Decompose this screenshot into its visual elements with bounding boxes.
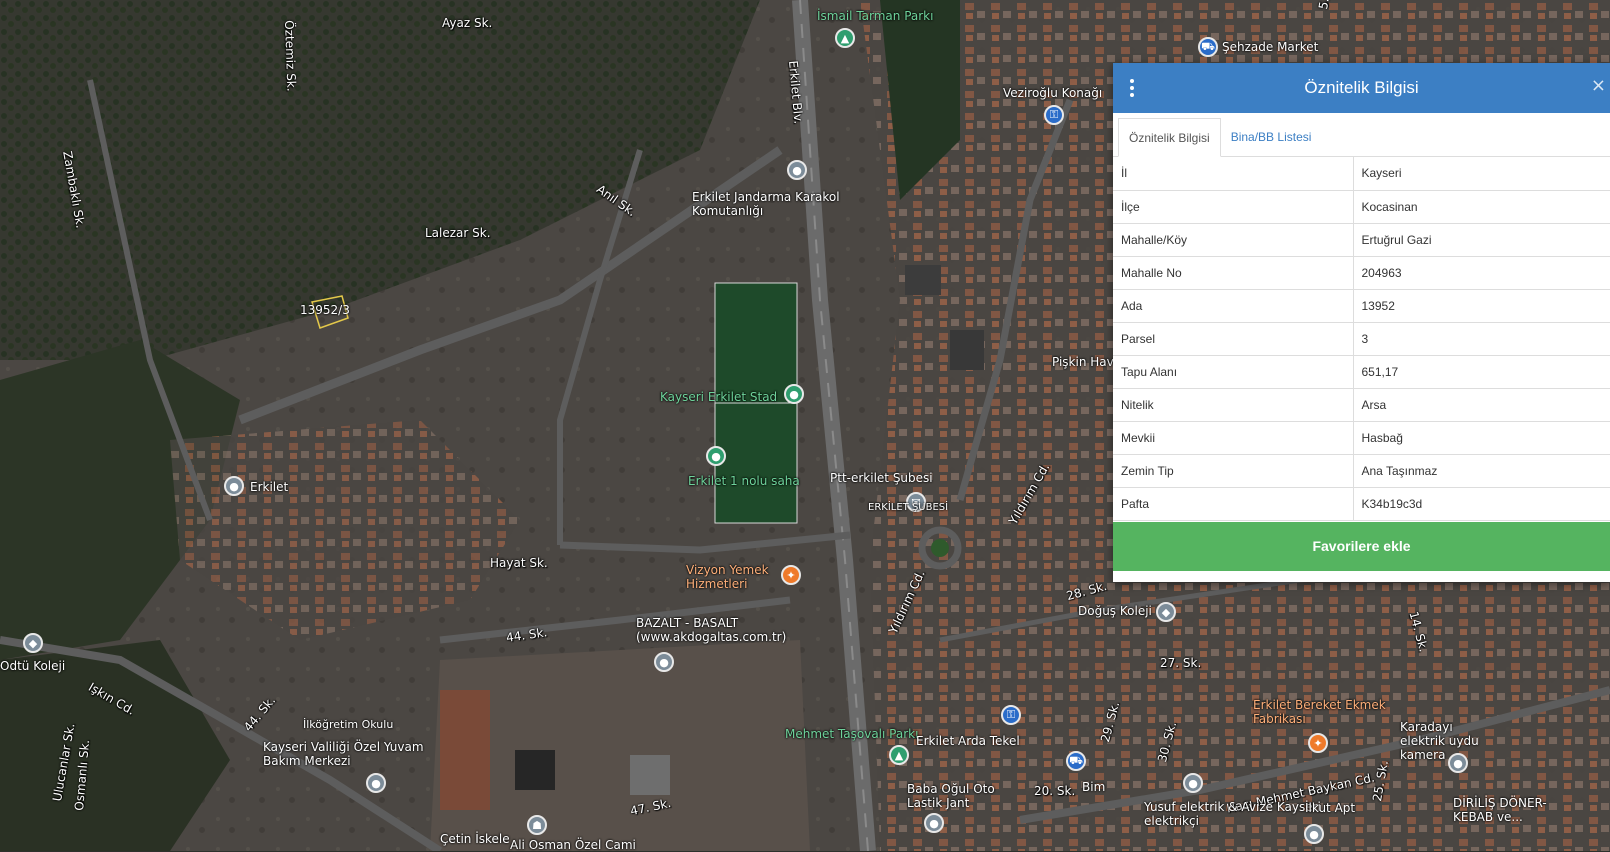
- attr-value: 3: [1353, 322, 1610, 356]
- park-icon[interactable]: ▲: [835, 28, 855, 48]
- attribute-panel: Öznitelik Bilgisi × Öznitelik Bilgisi Bi…: [1113, 63, 1610, 582]
- restaurant-icon[interactable]: ✦: [781, 565, 801, 585]
- poi-label: İsmail Tarman Parkı: [817, 9, 934, 23]
- poi-label: Karadayı elektrik uydu kamera: [1400, 720, 1479, 762]
- poi-label: Erkilet Arda Tekel: [916, 734, 1020, 748]
- poi-label: Ali Osman Özel Cami: [510, 838, 636, 852]
- parcel-label[interactable]: 13952/3: [300, 303, 350, 317]
- attr-value: Ana Taşınmaz: [1353, 454, 1610, 488]
- attr-key: Mahalle No: [1113, 256, 1354, 290]
- attr-key: Mevkii: [1113, 421, 1354, 455]
- place-pin-icon[interactable]: ●: [1183, 773, 1203, 793]
- panel-tabs: Öznitelik Bilgisi Bina/BB Listesi: [1113, 113, 1610, 157]
- poi-label: Yusuf elektrik & Avize Kayseri elektrikç…: [1144, 800, 1321, 828]
- attr-value: Hasbağ: [1353, 421, 1610, 455]
- tab-building-list[interactable]: Bina/BB Listesi: [1221, 118, 1322, 156]
- attr-value: 204963: [1353, 256, 1610, 290]
- poi-label: İlkut Apt: [1305, 801, 1356, 815]
- poi-label: Çetin İskele: [440, 832, 510, 846]
- kebab-menu-icon[interactable]: [1127, 77, 1137, 99]
- table-row: Tapu Alanı 651,17: [1113, 355, 1610, 389]
- attr-key: İlçe: [1113, 190, 1354, 224]
- attr-value: K34b19c3d: [1353, 487, 1610, 521]
- poi-label: Kayseri Erkilet Stad: [660, 390, 778, 404]
- poi-label: İlköğretim Okulu: [303, 718, 394, 731]
- poi-label: Ptt-erkilet Şubesi: [830, 471, 933, 485]
- attr-key: Zemin Tip: [1113, 454, 1354, 488]
- panel-title: Öznitelik Bilgisi: [1304, 78, 1419, 97]
- school-icon[interactable]: ◆: [1156, 602, 1176, 622]
- table-row: İl Kayseri: [1113, 157, 1610, 191]
- place-pin-icon[interactable]: ●: [224, 476, 244, 496]
- attr-key: Tapu Alanı: [1113, 355, 1354, 389]
- poi-label: Erkilet Bereket Ekmek Fabrikası: [1253, 698, 1386, 726]
- place-pin-icon[interactable]: ●: [654, 652, 674, 672]
- poi-label: Erkilet Jandarma Karakol Komutanlığı: [692, 190, 840, 218]
- shopping-cart-icon[interactable]: ⛟: [1198, 37, 1218, 57]
- poi-label: ERKİLET ŞUBESİ: [868, 502, 949, 513]
- table-row: Zemin Tip Ana Taşınmaz: [1113, 454, 1610, 488]
- street-label: Öztemiz Sk.: [282, 20, 299, 92]
- attr-key: Nitelik: [1113, 388, 1354, 422]
- place-pin-icon[interactable]: ●: [1304, 824, 1324, 844]
- attr-key: Pafta: [1113, 487, 1354, 521]
- place-pin-icon[interactable]: ●: [924, 813, 944, 833]
- street-label: Lalezar Sk.: [425, 226, 491, 240]
- street-label: 20. Sk.: [1034, 784, 1076, 798]
- attr-key: İl: [1113, 157, 1354, 191]
- lock-icon[interactable]: ⚿: [1001, 705, 1021, 725]
- attr-value: 13952: [1353, 289, 1610, 323]
- poi-label: Baba Oğul Oto Lastik Jant: [907, 782, 995, 810]
- restaurant-icon[interactable]: ✦: [1308, 733, 1328, 753]
- attr-value: 651,17: [1353, 355, 1610, 389]
- attr-value: Arsa: [1353, 388, 1610, 422]
- poi-label: Bim: [1082, 780, 1106, 794]
- school-icon[interactable]: ◆: [23, 633, 43, 653]
- tab-attribute-info[interactable]: Öznitelik Bilgisi: [1118, 118, 1221, 157]
- table-row: Mevkii Hasbağ: [1113, 421, 1610, 455]
- attr-key: Parsel: [1113, 322, 1354, 356]
- table-row: Parsel 3: [1113, 322, 1610, 356]
- park-icon[interactable]: ▲: [889, 745, 909, 765]
- attribute-table: İl Kayseri İlçe Kocasinan Mahalle/Köy Ertuğ…: [1113, 157, 1610, 521]
- stadium-icon[interactable]: ●: [784, 384, 804, 404]
- place-pin-icon[interactable]: ●: [366, 773, 386, 793]
- attr-value: Kayseri: [1353, 157, 1610, 191]
- street-label: Hayat Sk.: [490, 556, 548, 570]
- street-label: Ayaz Sk.: [442, 16, 493, 30]
- table-row: İlçe Kocasinan: [1113, 190, 1610, 224]
- street-label: 27. Sk.: [1160, 656, 1202, 670]
- poi-label: Doğuş Koleji: [1078, 604, 1152, 618]
- table-row: Mahalle No 204963: [1113, 256, 1610, 290]
- poi-label: Vizyon Yemek Hizmetleri: [686, 563, 769, 591]
- stadium-icon[interactable]: ●: [706, 446, 726, 466]
- add-to-favorites-button[interactable]: Favorilere ekle: [1113, 521, 1610, 571]
- attr-key: Mahalle/Köy: [1113, 223, 1354, 257]
- poi-label: BAZALT - BASALT (www.akdogaltas.com.tr): [636, 616, 787, 644]
- panel-header: Öznitelik Bilgisi ×: [1113, 63, 1610, 113]
- table-row: Ada 13952: [1113, 289, 1610, 323]
- attr-value: Ertuğrul Gazi: [1353, 223, 1610, 257]
- poi-label: Veziroğlu Konağı: [1003, 86, 1103, 100]
- poi-label: DİRİLİŞ DÖNER-KEBAB ve...: [1453, 796, 1547, 824]
- poi-label: Mehmet Taşovalı Parkı: [785, 727, 919, 741]
- place-pin-icon[interactable]: ●: [787, 160, 807, 180]
- poi-label: Şehzade Market: [1222, 40, 1319, 54]
- mosque-icon[interactable]: ☗: [527, 815, 547, 835]
- table-row: Nitelik Arsa: [1113, 388, 1610, 422]
- poi-label: Odtü Koleji: [0, 659, 66, 673]
- table-row: Pafta K34b19c3d: [1113, 487, 1610, 521]
- attr-value: Kocasinan: [1353, 190, 1610, 224]
- close-icon[interactable]: ×: [1591, 75, 1606, 96]
- poi-label: Erkilet 1 nolu saha: [688, 474, 800, 488]
- attr-key: Ada: [1113, 289, 1354, 323]
- shopping-cart-icon[interactable]: ⛟: [1066, 751, 1086, 771]
- poi-label: Erkilet: [250, 480, 289, 494]
- table-row: Mahalle/Köy Ertuğrul Gazi: [1113, 223, 1610, 257]
- lock-icon[interactable]: ⚿: [1044, 105, 1064, 125]
- poi-label: Kayseri Valiliği Özel Yuvam Bakım Merkez…: [263, 740, 424, 768]
